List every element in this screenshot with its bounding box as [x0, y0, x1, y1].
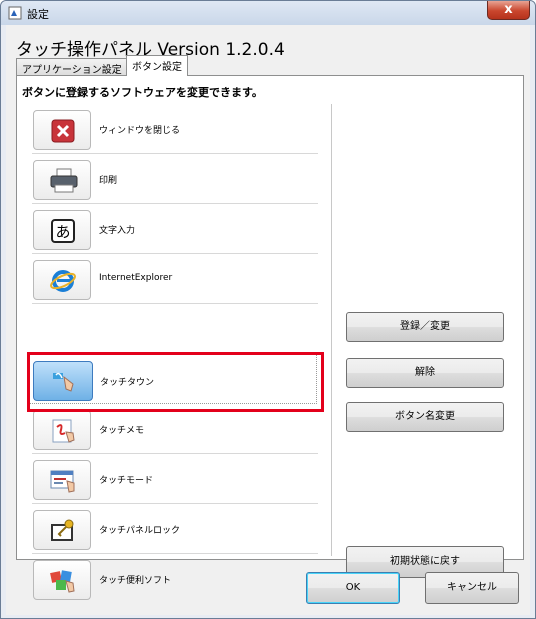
remove-button[interactable]: 解除 [346, 358, 504, 388]
text-input-icon: あ [51, 219, 75, 243]
internet-explorer-icon [50, 270, 76, 292]
panel-description: ボタンに登録するソフトウェアを変更できます。 [22, 86, 263, 99]
app-icon [8, 6, 22, 20]
svg-text:あ: あ [55, 223, 70, 241]
cancel-button[interactable]: キャンセル [425, 572, 519, 604]
list-item-touch-mode[interactable]: タッチモード [27, 453, 317, 503]
item-label: タッチパネルロック [99, 526, 181, 536]
list-item-touch-town[interactable]: タッチタウン [27, 354, 317, 404]
item-label: タッチメモ [99, 426, 145, 436]
tab-panel: ボタンに登録するソフトウェアを変更できます。 ウィンドウを閉じる 印刷 あ 文字… [16, 75, 524, 600]
panel-lock-icon [51, 519, 74, 541]
ok-button[interactable]: OK [306, 572, 400, 604]
settings-window: 設定 x タッチ操作パネル Version 1.2.0.4 アプリケーション設定… [0, 0, 536, 619]
list-item-text-input[interactable]: あ 文字入力 [27, 203, 317, 253]
close-icon: x [504, 2, 513, 17]
list-item-utility-software[interactable]: タッチ便利ソフト [27, 553, 317, 603]
tab-application-settings[interactable]: アプリケーション設定 [16, 58, 128, 76]
touch-memo-icon [52, 419, 75, 443]
list-item-print[interactable]: 印刷 [27, 153, 317, 203]
item-label: タッチモード [99, 476, 154, 486]
printer-icon [50, 168, 78, 193]
list-item-panel-lock[interactable]: タッチパネルロック [27, 503, 317, 553]
register-change-button[interactable]: 登録／変更 [346, 312, 504, 342]
window-close-button[interactable]: x [487, 1, 530, 20]
list-item-internet-explorer[interactable]: InternetExplorer [27, 253, 317, 303]
item-label: 文字入力 [99, 226, 136, 236]
rename-button[interactable]: ボタン名変更 [346, 402, 504, 432]
close-window-icon [51, 119, 75, 143]
title-bar[interactable]: 設定 x [1, 1, 535, 25]
dialog-client: タッチ操作パネル Version 1.2.0.4 アプリケーション設定 ボタン設… [6, 25, 530, 615]
item-label: タッチ便利ソフト [99, 576, 172, 586]
vertical-divider [331, 104, 332, 556]
item-label: 印刷 [99, 176, 118, 186]
divider [32, 303, 318, 304]
touch-town-icon [53, 372, 74, 392]
item-label: InternetExplorer [99, 273, 173, 283]
item-label: タッチタウン [100, 378, 155, 388]
window-title: 設定 [27, 8, 49, 21]
button-list: ウィンドウを閉じる 印刷 あ 文字入力 InternetExplorer タッチ… [22, 103, 330, 600]
utility-software-icon [50, 570, 75, 593]
tab-button-settings[interactable]: ボタン設定 [126, 55, 188, 76]
touch-mode-icon [50, 470, 75, 493]
item-label: ウィンドウを閉じる [99, 126, 181, 136]
list-item-touch-memo[interactable]: タッチメモ [27, 403, 317, 453]
list-item-close-window[interactable]: ウィンドウを閉じる [27, 103, 317, 153]
